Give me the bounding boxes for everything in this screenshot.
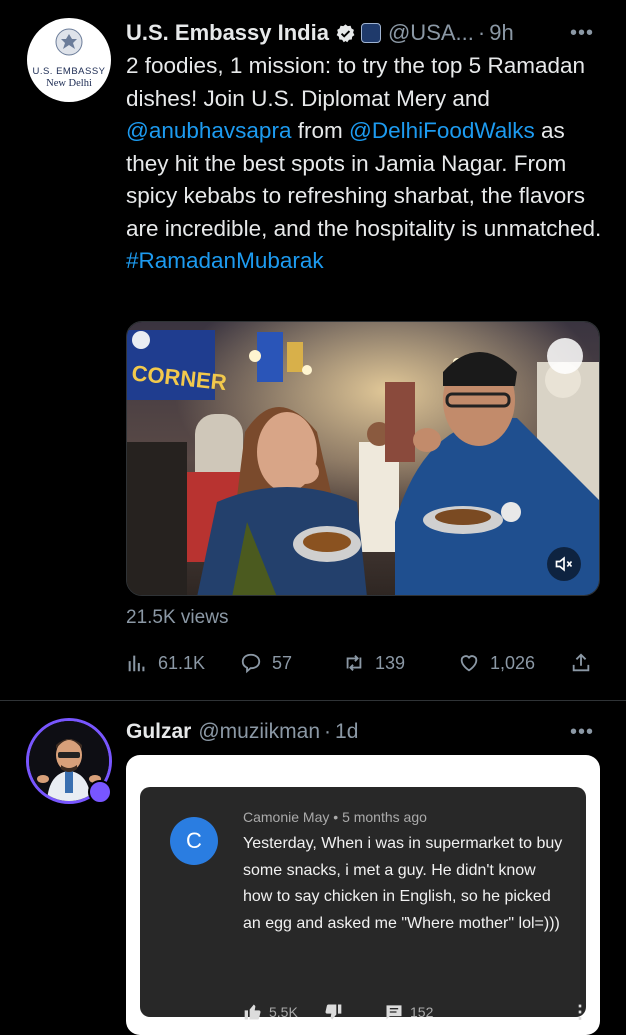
- share-icon: [572, 653, 590, 672]
- tweet-time[interactable]: 9h: [489, 20, 513, 46]
- more-icon[interactable]: •••: [570, 22, 594, 45]
- commenter-name: Camonie May: [243, 809, 330, 825]
- comment-text: Yesterday, When i was in supermarket to …: [243, 835, 563, 932]
- retweet-button[interactable]: 139: [343, 648, 405, 678]
- view-count: 21.5K views: [126, 607, 229, 628]
- analytics-count: 61.1K: [158, 652, 206, 673]
- embassy-avatar[interactable]: U.S. EMBASSY New Delhi: [27, 18, 111, 102]
- analytics-icon: [128, 655, 145, 672]
- mute-icon: [555, 556, 573, 572]
- comment-icon: [386, 1005, 402, 1020]
- more-icon[interactable]: •••: [570, 721, 594, 744]
- tweet-time[interactable]: 1d: [335, 720, 358, 744]
- comment-replies: 152: [384, 1001, 433, 1023]
- avatar-line-1: U.S. EMBASSY: [32, 66, 106, 77]
- reply-button[interactable]: 57: [240, 648, 292, 678]
- retweet-count: 139: [375, 652, 406, 673]
- like-icon: [460, 655, 478, 672]
- tweet2-image[interactable]: C Camonie May • 5 months ago Yesterday, …: [126, 755, 600, 1035]
- like-button[interactable]: 1,026: [458, 648, 535, 678]
- like-count: 1,026: [490, 652, 536, 673]
- reply-icon: [241, 653, 261, 674]
- thumbs-down-icon: [325, 1004, 342, 1020]
- seal-icon: [55, 28, 83, 56]
- retweet-icon: [346, 655, 362, 671]
- analytics-button[interactable]: 61.1K: [126, 648, 205, 678]
- affiliate-badge-icon[interactable]: [360, 23, 381, 43]
- youtube-comment-card: C Camonie May • 5 months ago Yesterday, …: [140, 787, 589, 1022]
- comment-meta: Camonie May • 5 months ago: [243, 809, 427, 825]
- separator: ·: [477, 20, 486, 45]
- thumbs-up-icon: [244, 1004, 261, 1020]
- text-part: from: [291, 118, 349, 143]
- share-button[interactable]: [570, 648, 592, 678]
- author-handle[interactable]: @muziikman: [198, 720, 320, 744]
- commenter-avatar: C: [170, 817, 218, 865]
- author-name[interactable]: U.S. Embassy India: [126, 20, 329, 46]
- verified-icon: [336, 23, 355, 42]
- mention-link[interactable]: @DelhiFoodWalks: [349, 118, 535, 143]
- comment-age: 5 months ago: [342, 809, 427, 825]
- comment-like-count: 5.5K: [269, 1004, 298, 1020]
- reply-count: 57: [272, 652, 293, 673]
- tweet2-header: Gulzar @muziikman · 1d •••: [126, 718, 612, 746]
- tweet-divider: [0, 700, 626, 701]
- author-name[interactable]: Gulzar: [126, 720, 191, 744]
- kebab-icon: ⋮: [571, 1001, 589, 1022]
- tweet1-header: U.S. Embassy India @USA... · 9h •••: [126, 18, 612, 48]
- comment-reply-count: 152: [410, 1004, 434, 1020]
- video-frame: CORNER: [127, 322, 599, 595]
- mention-link[interactable]: @anubhavsapra: [126, 118, 291, 143]
- separator: ·: [324, 720, 332, 743]
- community-badge-icon: [88, 780, 112, 804]
- text-part: 2 foodies, 1 mission: to try the top 5 R…: [126, 53, 585, 111]
- comment-dislike: [323, 1001, 343, 1023]
- comment-actions: 5.5K 152 ⋮: [243, 1001, 589, 1023]
- tweet1-text: 2 foodies, 1 mission: to try the top 5 R…: [126, 50, 606, 278]
- tweet1-actions: 61.1K 57 139 1,026: [126, 648, 600, 678]
- author-handle[interactable]: @USA...: [388, 20, 474, 46]
- comment-like: 5.5K: [243, 1001, 298, 1023]
- mute-button[interactable]: [547, 547, 581, 581]
- hashtag-link[interactable]: #RamadanMubarak: [126, 248, 324, 273]
- tweet-video[interactable]: CORNER: [126, 321, 600, 596]
- avatar-line-2: New Delhi: [46, 78, 92, 89]
- meta-dot: •: [333, 809, 339, 825]
